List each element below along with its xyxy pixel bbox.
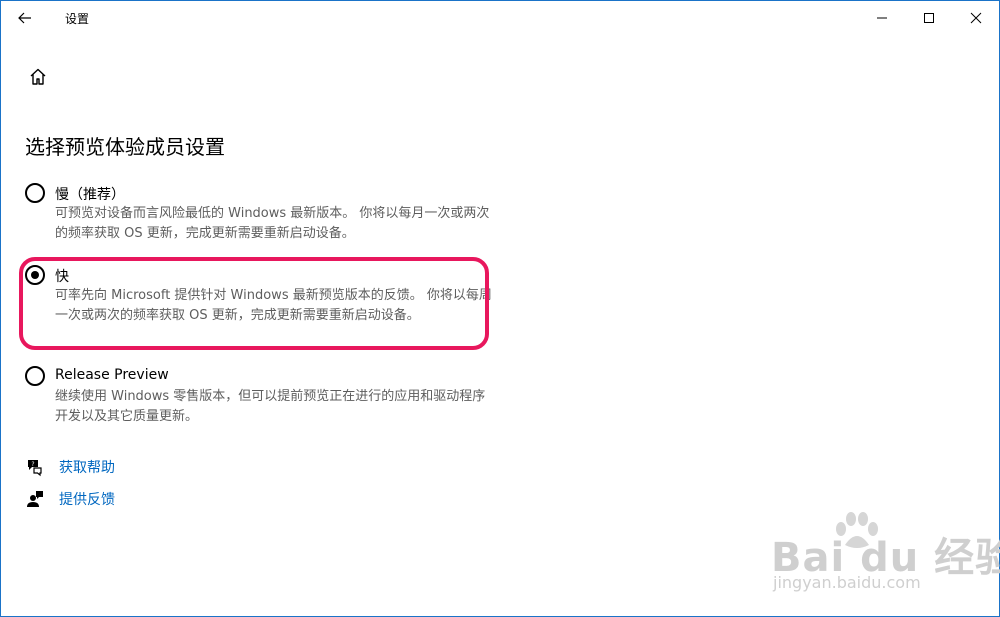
option-label: Release Preview — [55, 367, 169, 383]
radio-slow[interactable] — [25, 183, 45, 203]
give-feedback-link[interactable]: 提供反馈 — [25, 489, 115, 509]
minimize-icon — [877, 17, 887, 19]
close-icon — [970, 12, 982, 24]
get-help-label[interactable]: 获取帮助 — [59, 457, 115, 477]
radio-release-preview[interactable] — [25, 366, 45, 386]
close-button[interactable] — [953, 1, 999, 35]
home-button[interactable] — [25, 64, 51, 90]
window-title: 设置 — [65, 12, 90, 26]
maximize-button[interactable] — [906, 1, 952, 35]
option-description: 可率先向 Microsoft 提供针对 Windows 最新预览版本的反馈。 你… — [55, 288, 492, 323]
minimize-button[interactable] — [859, 1, 905, 35]
back-button[interactable] — [9, 4, 41, 32]
get-help-link[interactable]: ? 获取帮助 — [25, 457, 115, 477]
watermark-brand: Bai du 经验 — [771, 535, 1000, 581]
option-description: 可预览对设备而言风险最低的 Windows 最新版本。 你将以每月一次或两次的频… — [55, 206, 490, 241]
settings-window: 设置 选择预览体验成员设置 慢（推荐） 可预览对设备而言风险最低的 Window… — [0, 0, 1000, 617]
option-label: 慢（推荐） — [55, 187, 125, 203]
back-arrow-icon — [18, 12, 31, 24]
help-chat-icon: ? — [25, 457, 45, 477]
watermark-url: jingyan.baidu.com — [773, 573, 921, 592]
feedback-person-icon — [25, 489, 45, 509]
baidu-watermark: Bai du 经验 jingyan.baidu.com — [761, 511, 1000, 606]
maximize-icon — [924, 13, 934, 23]
paw-icon — [836, 512, 878, 548]
page-title: 选择预览体验成员设置 — [25, 135, 225, 159]
give-feedback-label[interactable]: 提供反馈 — [59, 489, 115, 509]
radio-fast[interactable] — [25, 265, 45, 285]
option-label: 快 — [55, 269, 69, 285]
home-icon — [30, 68, 46, 85]
title-bar: 设置 — [1, 1, 999, 35]
option-description: 继续使用 Windows 零售版本，但可以提前预览正在进行的应用和驱动程序开发以… — [55, 389, 486, 424]
svg-text:?: ? — [31, 461, 34, 468]
